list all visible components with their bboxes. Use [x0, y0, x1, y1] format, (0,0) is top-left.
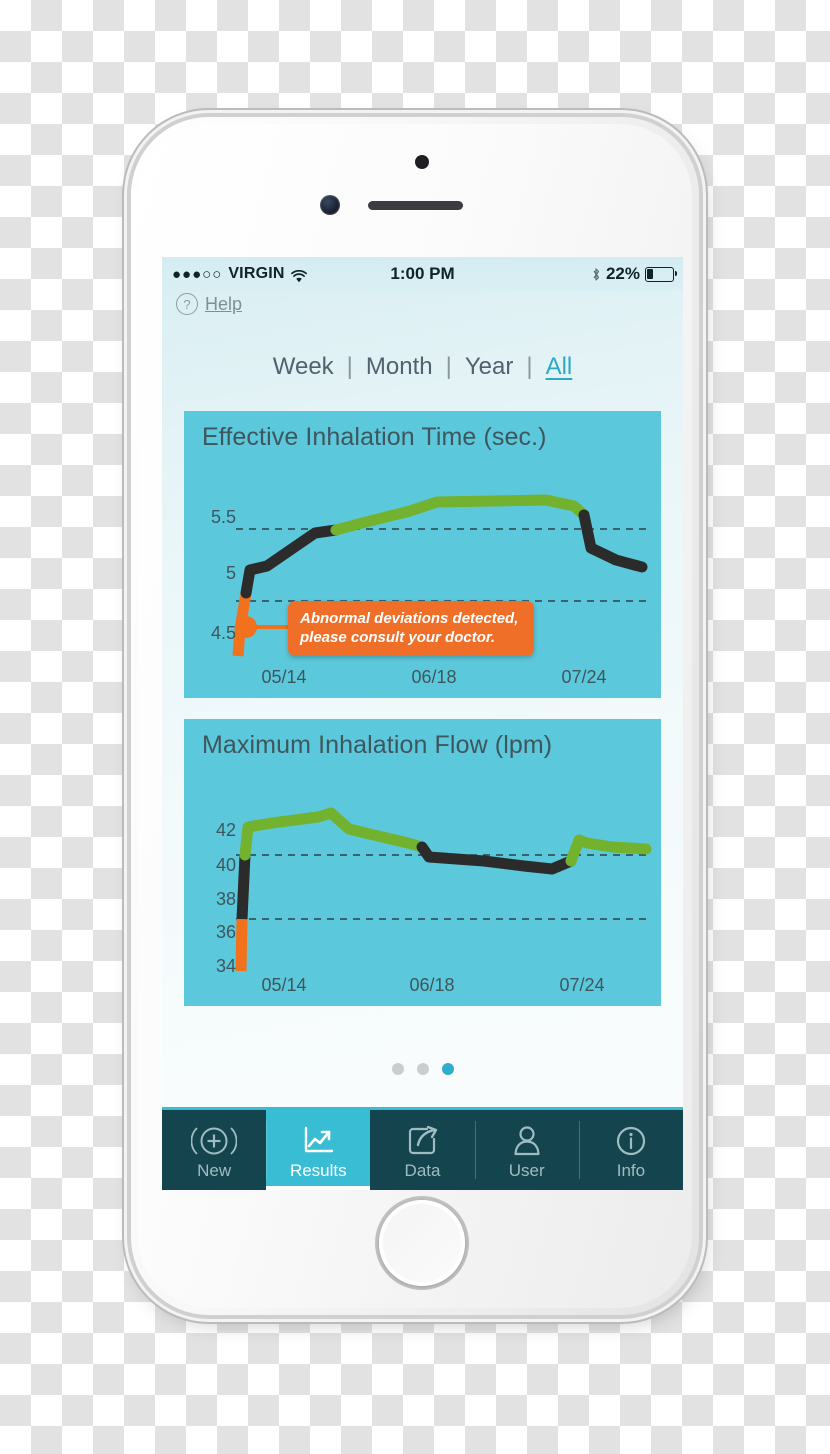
home-button[interactable] [379, 1200, 465, 1286]
status-bar-right: 22% [591, 264, 677, 284]
xtick-label: 07/24 [559, 975, 605, 995]
front-camera-icon [320, 195, 340, 215]
help-button[interactable]: ? Help [176, 293, 242, 315]
tab-label-results: Results [289, 1160, 347, 1180]
line-chart-icon [300, 1122, 336, 1160]
earpiece-speaker [368, 201, 463, 210]
share-export-icon [405, 1122, 441, 1160]
period-tab-month[interactable]: Month [366, 353, 433, 381]
top-microphone [415, 155, 429, 169]
chart-plot-maximum-inhalation-flow [235, 807, 652, 972]
tab-new[interactable]: New [162, 1110, 266, 1190]
period-tab-week[interactable]: Week [273, 353, 334, 381]
ytick-label: 5.5 [210, 507, 236, 527]
series-segment-dark-2 [416, 841, 577, 875]
phone-screen: ●●●○○ VIRGIN 1:00 PM 22% ? Help Week | M… [162, 257, 683, 1190]
status-bar: ●●●○○ VIRGIN 1:00 PM 22% [162, 257, 683, 291]
xtick-label: 06/18 [411, 667, 457, 687]
ytick-label: 5 [225, 563, 236, 583]
tab-results[interactable]: Results [266, 1110, 371, 1190]
abnormal-deviation-tooltip[interactable]: Abnormal deviations detected, please con… [288, 601, 534, 656]
chart-card-maximum-inhalation-flow[interactable]: Maximum Inhalation Flow (lpm) 42 40 38 3… [184, 719, 661, 1006]
period-selector: Week | Month | Year | All [162, 353, 683, 381]
ytick-label: 40 [215, 855, 236, 875]
battery-icon [645, 266, 677, 282]
series-segment-orange [235, 918, 248, 972]
tab-user[interactable]: User [474, 1110, 579, 1190]
period-separator: | [346, 353, 353, 380]
bluetooth-icon [591, 267, 601, 282]
series-segment-dark-1 [236, 854, 251, 920]
tab-label-user: User [508, 1160, 545, 1180]
abnormal-deviation-marker [235, 616, 257, 638]
tab-label-info: Info [616, 1160, 646, 1180]
ytick-label: 34 [215, 956, 236, 976]
xtick-label: 06/18 [409, 975, 455, 995]
series-segment-green-2 [565, 834, 652, 867]
xtick-label: 05/14 [261, 667, 307, 687]
person-icon [509, 1122, 545, 1160]
plus-circle-icon [191, 1122, 238, 1160]
tooltip-line-1: Abnormal deviations detected, [300, 610, 519, 627]
ytick-label: 4.5 [210, 623, 236, 643]
period-separator: | [526, 353, 533, 380]
chart-card-effective-inhalation-time[interactable]: Effective Inhalation Time (sec.) 5.5 5 4… [184, 411, 661, 698]
period-tab-year[interactable]: Year [465, 353, 514, 381]
page-dot-1[interactable] [391, 1063, 404, 1075]
tab-data[interactable]: Data [370, 1110, 474, 1190]
phone-body: ●●●○○ VIRGIN 1:00 PM 22% ? Help Week | M… [138, 124, 692, 1308]
series-segment-green [330, 494, 590, 536]
iphone-device-frame: ●●●○○ VIRGIN 1:00 PM 22% ? Help Week | M… [131, 117, 699, 1315]
page-indicator [162, 1063, 683, 1075]
ytick-label: 42 [215, 820, 236, 840]
info-circle-icon [613, 1122, 649, 1160]
series-segment-dark-2 [578, 509, 648, 573]
tab-label-new: New [197, 1160, 232, 1180]
period-tab-all[interactable]: All [546, 353, 573, 381]
tab-info[interactable]: Info [578, 1110, 683, 1190]
ytick-label: 38 [215, 889, 236, 909]
period-separator: | [445, 353, 452, 380]
series-segment-green-1 [239, 807, 428, 861]
bottom-tab-bar: New Results Data User Info [162, 1107, 683, 1190]
battery-fill [647, 268, 654, 280]
xtick-label: 07/24 [561, 667, 607, 687]
page-dot-3[interactable] [441, 1063, 454, 1075]
tooltip-line-2: please consult your doctor. [300, 629, 496, 646]
question-mark-icon: ? [176, 293, 198, 315]
help-label: Help [205, 293, 243, 314]
xtick-label: 05/14 [261, 975, 307, 995]
ytick-label: 36 [215, 922, 236, 942]
battery-percent-label: 22% [605, 264, 640, 283]
series-segment-dark-1 [240, 524, 342, 599]
tab-label-data: Data [404, 1160, 441, 1180]
page-dot-2[interactable] [416, 1063, 429, 1075]
